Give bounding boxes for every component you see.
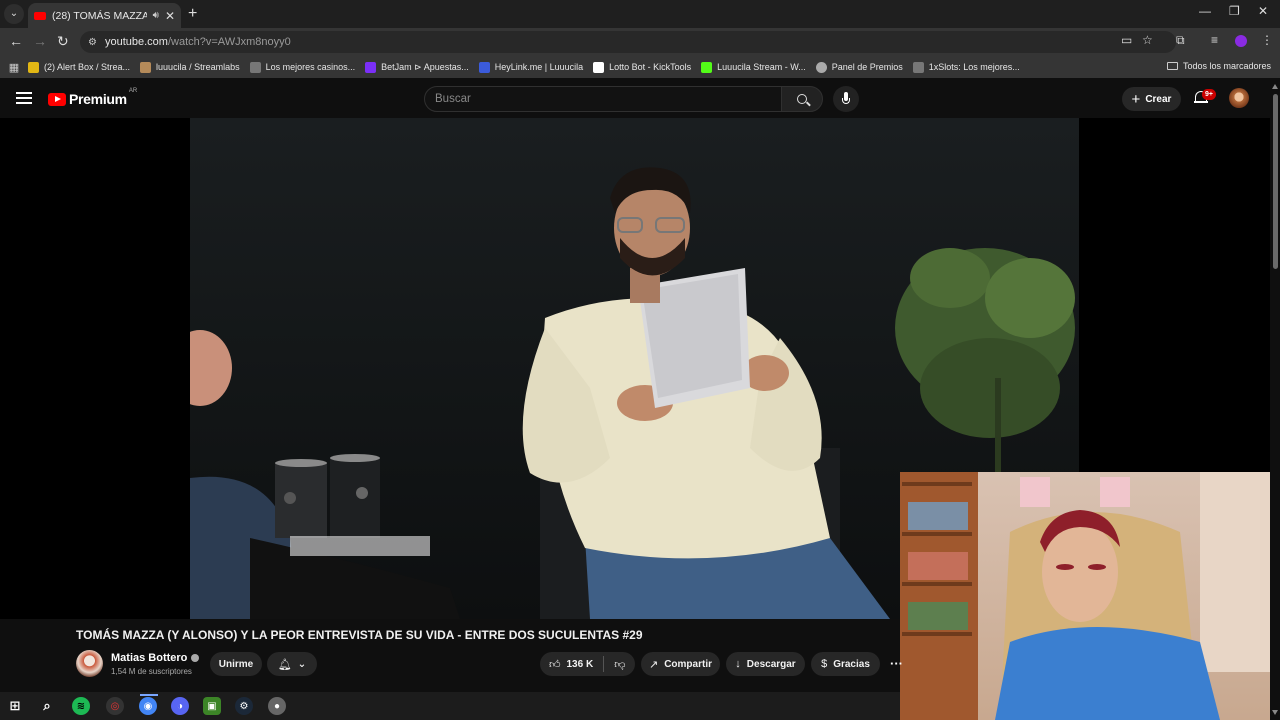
youtube-favicon-icon [34,11,46,20]
youtube-play-logo-icon [48,92,66,106]
menu-hamburger-icon[interactable] [16,92,32,104]
browser-menu-icon[interactable]: ⋮ [1261,33,1273,47]
download-icon: ↓ [735,658,741,670]
active-app-indicator [140,694,158,696]
bookmark-favicon-icon [365,61,377,73]
media-controls-icon[interactable]: ≡ [1211,33,1218,47]
tab-title: (28) TOMÁS MAZZA (Y ALO [52,9,147,22]
bookmarks-bar: ▦ (2) Alert Box / Strea... luuucila / St… [0,56,1280,78]
close-window-button[interactable]: ✕ [1258,4,1268,18]
scrollbar-thumb[interactable] [1273,94,1278,269]
bookmark-favicon-icon [28,61,39,73]
bookmark-favicon-icon [815,61,827,73]
scroll-down-arrow-icon[interactable] [1272,710,1278,715]
browser-tab-strip: ⌄ (28) TOMÁS MAZZA (Y ALO 🔊︎ ✕ + — ❐ ✕ [0,0,1280,28]
bookmark-item[interactable]: luuucila / Streamlabs [140,61,240,73]
profile-avatar-icon[interactable] [1235,35,1247,47]
dislike-button[interactable]: 👎︎ [614,658,631,671]
bookmark-favicon-icon [593,61,605,73]
bookmark-favicon-icon [912,61,924,73]
tab-close-icon[interactable]: ✕ [165,9,175,23]
plus-icon: + [1131,90,1141,108]
scroll-up-arrow-icon[interactable] [1272,84,1278,89]
like-button[interactable]: 👍︎ 136 K [549,658,593,671]
bookmark-item[interactable]: Panel de Premios [815,61,903,73]
subscription-bell-button[interactable]: 🔔︎ ⌄ [267,652,317,676]
thumbs-down-icon: 👎︎ [614,658,626,671]
bookmark-star-icon[interactable]: ☆ [1142,33,1153,47]
like-dislike-group: 👍︎ 136 K 👎︎ [540,652,635,676]
chrome-icon[interactable]: ◉ [139,697,157,715]
forward-arrow-icon[interactable]: → [33,33,47,49]
bookmark-favicon-icon [701,61,713,73]
extensions-icon[interactable]: ⧉ [1176,33,1185,48]
back-arrow-icon[interactable]: ← [9,33,23,49]
bookmark-favicon-icon [140,61,152,73]
channel-name-link[interactable]: Matias Bottero [111,652,200,664]
notifications-badge: 9+ [1202,89,1216,100]
site-info-icon[interactable]: ⚙ [88,37,97,48]
new-tab-button[interactable]: + [188,5,197,23]
bookmark-item[interactable]: HeyLink.me | Luuucila [478,61,583,73]
thanks-button[interactable]: $ Gracias [811,652,880,676]
thanks-dollar-icon: $ [821,658,828,670]
bookmark-favicon-icon [249,61,261,73]
video-title: TOMÁS MAZZA (Y ALONSO) Y LA PEOR ENTREVI… [76,628,643,642]
thumbs-up-icon: 👍︎ [549,658,561,671]
app-icon[interactable]: ◎ [106,697,124,715]
bookmark-item[interactable]: Luuucila Stream - W... [701,61,806,73]
all-bookmarks-folder[interactable]: Todos los marcadores [1166,61,1271,71]
taskbar-search-icon[interactable]: ⌕ [38,697,56,715]
browser-toolbar: ← → ↻ ⚙ youtube.com/watch?v=AWJxm8noyy0 [0,28,1280,56]
search-button[interactable] [781,86,823,112]
account-avatar[interactable] [1229,88,1249,108]
browser-tab-youtube[interactable]: (28) TOMÁS MAZZA (Y ALO 🔊︎ ✕ [28,3,181,28]
voice-search-button[interactable] [833,86,859,112]
join-button[interactable]: Unirme [210,652,262,676]
discord-icon[interactable]: ◑ [171,697,189,715]
page-scrollbar[interactable] [1270,80,1280,720]
tab-search-chevron-icon[interactable]: ⌄ [4,4,24,24]
bookmark-item[interactable]: BetJam ⊳ Apuestas... [365,61,469,73]
subscriber-count: 1,54 M de suscriptores [111,667,192,676]
webcam-scene-illustration [900,472,1280,720]
tab-audio-icon[interactable]: 🔊︎ [153,10,159,21]
bookmark-item[interactable]: Los mejores casinos... [249,61,355,73]
more-actions-button[interactable]: ··· [890,656,903,671]
screen: ⌄ (28) TOMÁS MAZZA (Y ALO 🔊︎ ✕ + — ❐ ✕ ←… [0,0,1280,720]
share-arrow-icon: ↗ [648,658,659,671]
address-url: youtube.com/watch?v=AWJxm8noyy0 [104,36,291,48]
channel-avatar[interactable] [76,650,103,677]
bookmark-favicon-icon [478,61,490,73]
spotify-icon[interactable]: ≋ [72,697,90,715]
bookmark-item[interactable]: 1xSlots: Los mejores... [912,61,1020,73]
cast-icon[interactable]: ▭ [1121,33,1132,47]
search-icon [797,94,807,104]
minecraft-icon[interactable]: ▣ [203,697,221,715]
youtube-premium-logo[interactable]: Premium AR [48,88,137,107]
share-button[interactable]: ↗ Compartir [641,652,720,676]
reload-icon[interactable]: ↻ [57,33,69,50]
restore-button[interactable]: ❐ [1229,4,1240,18]
windows-start-icon[interactable]: ⊞ [6,697,24,715]
streamer-webcam-overlay [900,472,1280,720]
minimize-button[interactable]: — [1199,4,1211,18]
verified-badge-icon [191,654,200,662]
youtube-header: Premium AR Buscar + Crear [0,80,1280,118]
steam-icon[interactable]: ⚙ [235,697,253,715]
address-bar[interactable]: ⚙ youtube.com/watch?v=AWJxm8noyy0 [80,31,1176,53]
windows-taskbar: ⊞ ⌕ ≋ ◎ ◉ ◑ ▣ ⚙ ● [0,692,900,720]
folder-icon [1166,62,1178,70]
chevron-down-icon: ⌄ [297,658,307,670]
bell-icon: 🔔︎ [277,658,292,671]
apps-grid-icon[interactable]: ▦ [0,61,28,74]
search-input[interactable]: Buscar [424,86,782,112]
create-button[interactable]: + Crear [1122,87,1181,111]
bookmark-item[interactable]: Lotto Bot - KickTools [593,61,691,73]
download-button[interactable]: ↓ Descargar [726,652,805,676]
bookmark-item[interactable]: (2) Alert Box / Strea... [28,61,130,73]
obs-icon[interactable]: ● [268,697,286,715]
